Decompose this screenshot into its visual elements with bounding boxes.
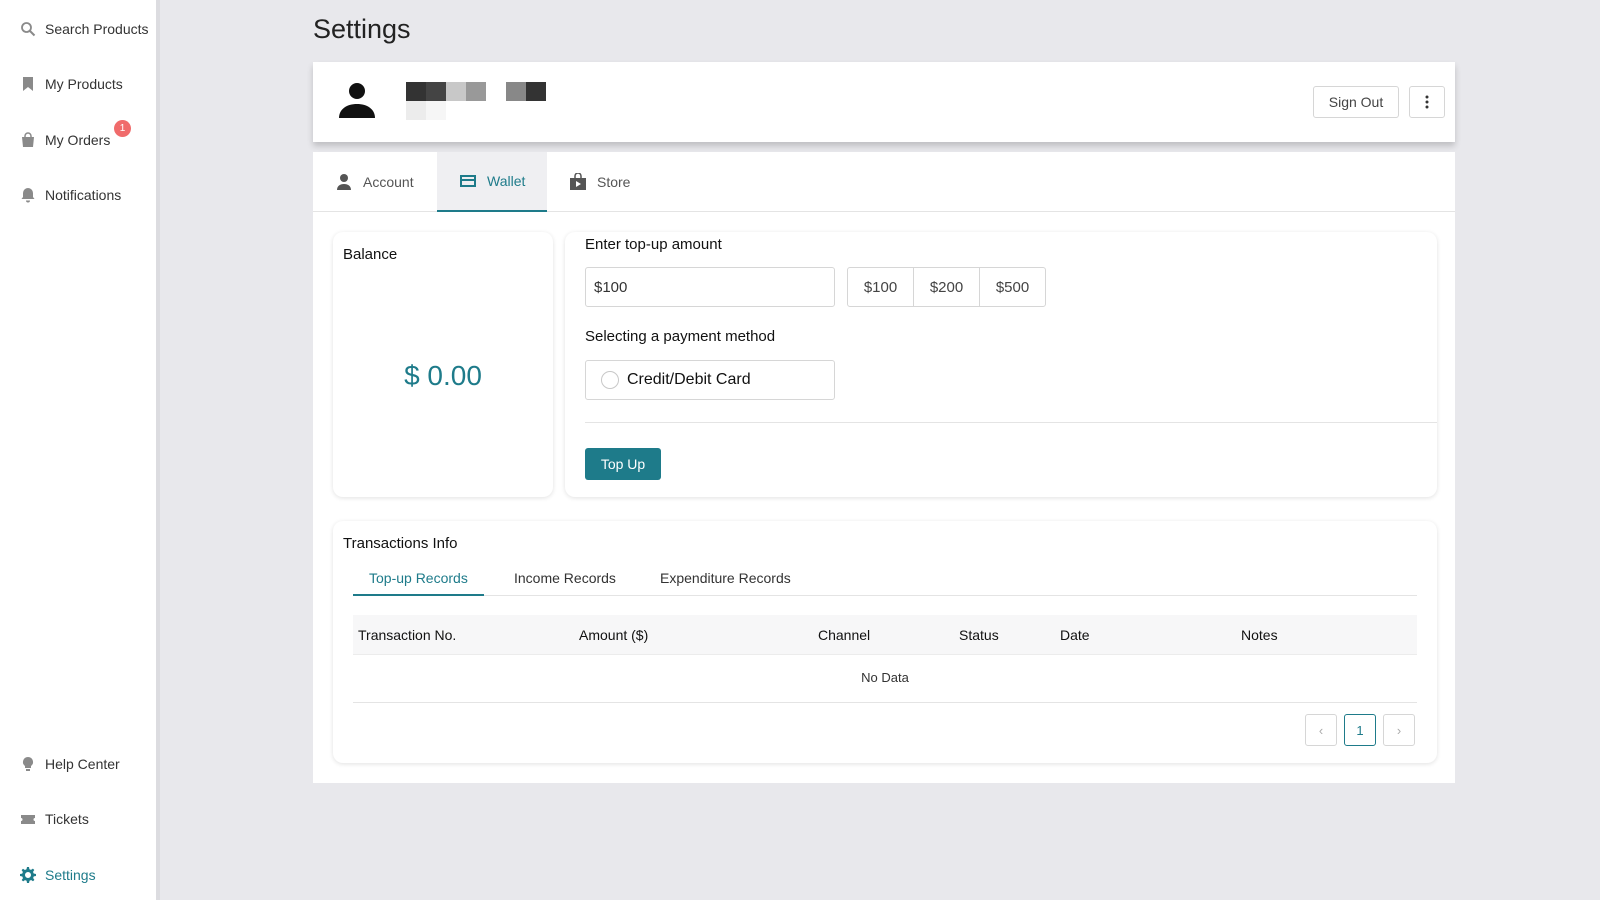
credit-card-icon [460,175,476,187]
tab-expenditure-records[interactable]: Expenditure Records [644,566,807,596]
sign-out-button[interactable]: Sign Out [1313,86,1399,118]
balance-label: Balance [343,246,398,263]
preset-200-button[interactable]: $200 [913,267,980,307]
payment-option-card[interactable]: Credit/Debit Card [585,360,835,400]
tab-label: Account [363,174,414,190]
sidebar-item-label: Tickets [45,811,89,827]
column-transaction-no: Transaction No. [358,627,457,643]
tab-store[interactable]: Store [547,152,652,212]
column-status: Status [959,627,999,643]
sidebar-item-my-products[interactable]: My Products [20,76,123,92]
page-number-button[interactable]: 1 [1344,714,1376,746]
empty-table-message: No Data [353,655,1417,703]
sidebar-item-tickets[interactable]: Tickets [20,811,89,827]
shopping-bag-icon [22,132,34,147]
sidebar-item-label: My Orders [45,132,111,148]
topup-amount-input[interactable] [585,267,835,307]
payment-method-label: Selecting a payment method [585,328,776,345]
amount-preset-group: $100 $200 $500 [847,267,1046,307]
radio-button[interactable] [601,371,619,389]
preset-100-button[interactable]: $100 [847,267,914,307]
orders-count-badge: 1 [114,120,131,137]
column-channel: Channel [818,627,871,643]
topup-amount-label: Enter top-up amount [585,236,722,253]
column-notes: Notes [1241,627,1278,643]
next-page-button[interactable]: › [1383,714,1415,746]
balance-card: Balance $ 0.00 [333,232,553,497]
sidebar-item-label: My Products [45,76,123,92]
sidebar-item-my-orders[interactable]: My Orders 1 [20,120,131,148]
balance-value: $ 0.00 [404,360,482,391]
tab-topup-records[interactable]: Top-up Records [353,566,484,596]
tab-account[interactable]: Account [313,152,436,212]
sidebar-item-label: Search Products [45,21,149,37]
bell-icon [21,188,35,203]
tab-label: Store [597,174,631,190]
sidebar-item-label: Help Center [45,756,120,772]
preset-500-button[interactable]: $500 [979,267,1046,307]
sidebar-item-label: Settings [45,867,96,883]
tab-wallet[interactable]: Wallet [437,152,548,212]
store-icon [570,173,586,190]
settings-content: Account Wallet Store Balance $ 0.00 Ente… [313,152,1455,783]
sidebar-item-label: Notifications [45,187,122,203]
user-avatar-icon [339,83,375,118]
more-vertical-icon [1425,95,1429,109]
table-header: Transaction No. Amount ($) Channel Statu… [353,615,1417,655]
column-amount: Amount ($) [579,627,649,643]
divider [585,422,1437,423]
avatar [337,80,377,120]
sidebar-item-settings[interactable]: Settings [20,867,96,883]
sidebar-item-help-center[interactable]: Help Center [20,756,120,772]
transactions-tabs: Top-up Records Income Records Expenditur… [353,566,1417,596]
tab-income-records[interactable]: Income Records [498,566,632,596]
page-title: Settings [313,14,411,44]
more-options-button[interactable] [1409,86,1445,118]
gear-icon [20,867,36,883]
sidebar: Search Products My Products My Orders 1 … [0,0,160,900]
lightbulb-icon [23,757,33,771]
sidebar-item-notifications[interactable]: Notifications [20,187,121,203]
ticket-icon [21,815,35,824]
tab-label: Wallet [487,173,526,189]
column-date: Date [1060,627,1090,643]
top-up-button[interactable]: Top Up [585,448,661,480]
transactions-title: Transactions Info [343,535,458,552]
payment-option-label: Credit/Debit Card [627,371,751,388]
bookmark-icon [23,77,33,91]
sidebar-item-search-products[interactable]: Search Products [20,21,149,37]
profile-card: Sign Out [313,62,1455,142]
topup-card: Enter top-up amount $100 $200 $500 Selec… [565,232,1437,497]
user-icon [337,174,351,190]
settings-tabs: Account Wallet Store [313,152,1455,212]
prev-page-button[interactable]: ‹ [1305,714,1337,746]
transactions-card: Transactions Info Top-up Records Income … [333,521,1437,763]
search-icon [21,22,36,37]
